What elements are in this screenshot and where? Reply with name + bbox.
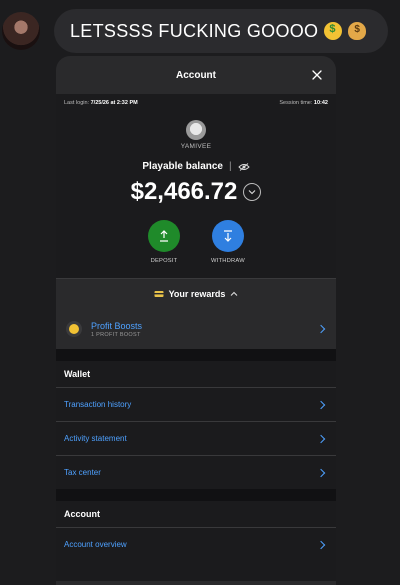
close-icon[interactable] — [310, 68, 324, 82]
session-time-label: Session time: — [279, 100, 313, 106]
profit-boosts-row[interactable]: Profit Boosts 1 PROFIT BOOST — [56, 309, 336, 349]
session-time: Session time: 10:42 — [279, 100, 328, 110]
hide-balance-eye-icon[interactable] — [237, 162, 250, 171]
wallet-heading: Wallet — [64, 369, 91, 379]
wallet-actions: DEPOSIT WITHDRAW — [56, 220, 336, 278]
withdraw-circle — [212, 220, 244, 252]
playable-balance-row: Playable balance | — [56, 161, 336, 172]
balance-amount: $2,466.72 — [130, 178, 238, 205]
balance-section: Last login: 7/25/26 at 2:32 PM Session t… — [56, 94, 336, 278]
balance-expand-button[interactable] — [243, 183, 262, 201]
deposit-icon — [160, 230, 168, 242]
sender-avatar[interactable] — [2, 12, 40, 50]
session-info-row: Last login: 7/25/26 at 2:32 PM Session t… — [56, 94, 336, 110]
section-gap — [56, 489, 336, 501]
profit-boosts-count: 1 PROFIT BOOST — [91, 331, 141, 338]
last-login: Last login: 7/25/26 at 2:32 PM — [64, 100, 138, 110]
money-mouth-face-emoji — [324, 22, 343, 40]
panel-title: Account — [176, 69, 216, 81]
profit-boosts-title: Profit Boosts — [91, 320, 143, 331]
chevron-right-icon — [316, 468, 326, 477]
wallet-section: Wallet Transaction history Activity stat… — [56, 361, 336, 489]
profit-boost-icon — [66, 321, 82, 337]
activity-statement-label: Activity statement — [64, 434, 127, 443]
account-heading: Account — [64, 509, 100, 519]
withdraw-button[interactable]: WITHDRAW — [205, 220, 251, 264]
tax-center-link[interactable]: Tax center — [56, 455, 336, 489]
last-login-label: Last login: — [64, 100, 90, 106]
rewards-icon — [154, 291, 164, 297]
user-avatar-icon — [186, 120, 206, 140]
chevron-down-icon — [249, 190, 256, 195]
tax-center-label: Tax center — [64, 468, 101, 477]
money-bag-emoji — [348, 22, 367, 40]
profit-boosts-text: Profit Boosts 1 PROFIT BOOST — [91, 321, 142, 338]
withdraw-label: WITHDRAW — [211, 258, 245, 264]
chevron-up-icon — [231, 291, 238, 296]
deposit-label: DEPOSIT — [150, 258, 178, 264]
transaction-history-link[interactable]: Transaction history — [56, 387, 336, 421]
deposit-circle — [148, 220, 180, 252]
balance-row: $2,466.72 — [56, 178, 336, 206]
last-login-value: 7/25/26 at 2:32 PM — [90, 100, 138, 106]
section-gap — [56, 349, 336, 361]
chevron-right-icon — [316, 540, 326, 549]
withdraw-icon — [224, 230, 232, 242]
transaction-history-label: Transaction history — [64, 400, 132, 409]
panel-header: Account — [56, 56, 336, 94]
separator: | — [229, 161, 232, 172]
account-overview-link[interactable]: Account overview — [56, 527, 336, 561]
chat-message-bubble[interactable]: LETSSSS FUCKING GOOOO — [54, 9, 388, 53]
account-section: Account Account overview — [56, 501, 336, 581]
activity-statement-link[interactable]: Activity statement — [56, 421, 336, 455]
message-text: LETSSSS FUCKING GOOOO — [70, 20, 319, 41]
rewards-heading: Your rewards — [168, 289, 226, 299]
playable-balance-label: Playable balance — [142, 161, 223, 172]
account-panel: Account Last login: 7/25/26 at 2:32 PM S… — [56, 56, 336, 585]
rewards-header[interactable]: Your rewards — [56, 279, 336, 309]
account-overview-label: Account overview — [64, 540, 127, 549]
username: YAMIVEE — [180, 143, 212, 150]
chevron-right-icon — [316, 400, 326, 409]
chevron-right-icon — [316, 324, 326, 334]
chevron-right-icon — [316, 434, 326, 443]
session-time-value: 10:42 — [313, 100, 328, 106]
deposit-button[interactable]: DEPOSIT — [141, 220, 187, 264]
